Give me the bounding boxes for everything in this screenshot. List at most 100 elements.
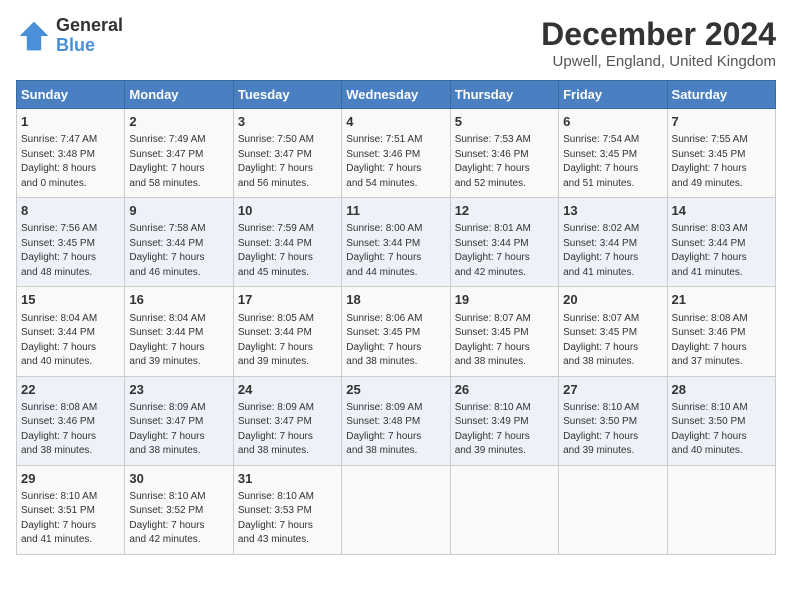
- calendar-cell: 2 Sunrise: 7:49 AM Sunset: 3:47 PM Daylig…: [125, 109, 233, 198]
- calendar-cell: 14 Sunrise: 8:03 AM Sunset: 3:44 PM Dayli…: [667, 198, 775, 287]
- calendar-cell: 27 Sunrise: 8:10 AM Sunset: 3:50 PM Dayli…: [559, 376, 667, 465]
- col-header-tuesday: Tuesday: [233, 81, 341, 109]
- logo-text: General Blue: [56, 16, 123, 56]
- col-header-saturday: Saturday: [667, 81, 775, 109]
- day-info: Sunrise: 8:05 AM Sunset: 3:44 PM Dayligh…: [238, 312, 337, 370]
- day-number: 26: [455, 381, 554, 399]
- day-info: Sunrise: 8:02 AM Sunset: 3:44 PM Dayligh…: [563, 222, 662, 280]
- day-info: Sunrise: 7:47 AM Sunset: 3:48 PM Dayligh…: [21, 133, 120, 191]
- col-header-sunday: Sunday: [17, 81, 125, 109]
- calendar-cell: 9 Sunrise: 7:58 AM Sunset: 3:44 PM Daylig…: [125, 198, 233, 287]
- calendar-cell: 3 Sunrise: 7:50 AM Sunset: 3:47 PM Daylig…: [233, 109, 341, 198]
- calendar-cell: 11 Sunrise: 8:00 AM Sunset: 3:44 PM Dayli…: [342, 198, 450, 287]
- calendar-cell: 16 Sunrise: 8:04 AM Sunset: 3:44 PM Dayli…: [125, 287, 233, 376]
- col-header-monday: Monday: [125, 81, 233, 109]
- calendar-cell: 29 Sunrise: 8:10 AM Sunset: 3:51 PM Dayli…: [17, 465, 125, 554]
- day-number: 16: [129, 291, 228, 309]
- day-number: 10: [238, 202, 337, 220]
- day-number: 3: [238, 113, 337, 131]
- day-info: Sunrise: 7:59 AM Sunset: 3:44 PM Dayligh…: [238, 222, 337, 280]
- day-info: Sunrise: 8:10 AM Sunset: 3:53 PM Dayligh…: [238, 490, 337, 548]
- calendar-cell: 31 Sunrise: 8:10 AM Sunset: 3:53 PM Dayli…: [233, 465, 341, 554]
- day-info: Sunrise: 7:58 AM Sunset: 3:44 PM Dayligh…: [129, 222, 228, 280]
- day-info: Sunrise: 7:49 AM Sunset: 3:47 PM Dayligh…: [129, 133, 228, 191]
- day-info: Sunrise: 8:04 AM Sunset: 3:44 PM Dayligh…: [129, 312, 228, 370]
- calendar-table: SundayMondayTuesdayWednesdayThursdayFrid…: [16, 80, 776, 555]
- day-number: 6: [563, 113, 662, 131]
- calendar-cell: 23 Sunrise: 8:09 AM Sunset: 3:47 PM Dayli…: [125, 376, 233, 465]
- main-title: December 2024: [541, 16, 776, 53]
- day-info: Sunrise: 8:10 AM Sunset: 3:51 PM Dayligh…: [21, 490, 120, 548]
- day-number: 30: [129, 470, 228, 488]
- col-header-wednesday: Wednesday: [342, 81, 450, 109]
- day-info: Sunrise: 7:56 AM Sunset: 3:45 PM Dayligh…: [21, 222, 120, 280]
- day-number: 9: [129, 202, 228, 220]
- day-number: 29: [21, 470, 120, 488]
- day-info: Sunrise: 8:10 AM Sunset: 3:49 PM Dayligh…: [455, 401, 554, 459]
- day-number: 31: [238, 470, 337, 488]
- day-number: 11: [346, 202, 445, 220]
- day-info: Sunrise: 8:03 AM Sunset: 3:44 PM Dayligh…: [672, 222, 771, 280]
- day-number: 17: [238, 291, 337, 309]
- calendar-cell: 8 Sunrise: 7:56 AM Sunset: 3:45 PM Daylig…: [17, 198, 125, 287]
- day-info: Sunrise: 7:55 AM Sunset: 3:45 PM Dayligh…: [672, 133, 771, 191]
- title-block: December 2024 Upwell, England, United Ki…: [541, 16, 776, 70]
- day-number: 22: [21, 381, 120, 399]
- calendar-cell: 6Sunrise: 7:54 AM Sunset: 3:45 PM Daylig…: [559, 109, 667, 198]
- logo-icon: [16, 18, 52, 54]
- day-number: 14: [672, 202, 771, 220]
- logo-line2: Blue: [56, 36, 123, 56]
- calendar-cell: 22Sunrise: 8:08 AM Sunset: 3:46 PM Dayli…: [17, 376, 125, 465]
- day-info: Sunrise: 8:09 AM Sunset: 3:47 PM Dayligh…: [129, 401, 228, 459]
- day-number: 1: [21, 113, 120, 131]
- day-info: Sunrise: 7:50 AM Sunset: 3:47 PM Dayligh…: [238, 133, 337, 191]
- day-number: 5: [455, 113, 554, 131]
- day-number: 2: [129, 113, 228, 131]
- day-number: 12: [455, 202, 554, 220]
- day-info: Sunrise: 8:09 AM Sunset: 3:47 PM Dayligh…: [238, 401, 337, 459]
- calendar-cell: [342, 465, 450, 554]
- day-info: Sunrise: 8:08 AM Sunset: 3:46 PM Dayligh…: [672, 312, 771, 370]
- day-number: 8: [21, 202, 120, 220]
- calendar-cell: [667, 465, 775, 554]
- calendar-cell: 19Sunrise: 8:07 AM Sunset: 3:45 PM Dayli…: [450, 287, 558, 376]
- calendar-cell: 10 Sunrise: 7:59 AM Sunset: 3:44 PM Dayli…: [233, 198, 341, 287]
- day-info: Sunrise: 8:10 AM Sunset: 3:52 PM Dayligh…: [129, 490, 228, 548]
- calendar-cell: 21 Sunrise: 8:08 AM Sunset: 3:46 PM Dayli…: [667, 287, 775, 376]
- day-number: 28: [672, 381, 771, 399]
- day-info: Sunrise: 8:10 AM Sunset: 3:50 PM Dayligh…: [672, 401, 771, 459]
- day-info: Sunrise: 7:51 AM Sunset: 3:46 PM Dayligh…: [346, 133, 445, 191]
- calendar-cell: [559, 465, 667, 554]
- day-number: 27: [563, 381, 662, 399]
- day-number: 18: [346, 291, 445, 309]
- day-info: Sunrise: 8:07 AM Sunset: 3:45 PM Dayligh…: [563, 312, 662, 370]
- calendar-cell: 4 Sunrise: 7:51 AM Sunset: 3:46 PM Daylig…: [342, 109, 450, 198]
- col-header-friday: Friday: [559, 81, 667, 109]
- calendar-cell: 17 Sunrise: 8:05 AM Sunset: 3:44 PM Dayli…: [233, 287, 341, 376]
- calendar-cell: 25 Sunrise: 8:09 AM Sunset: 3:48 PM Dayli…: [342, 376, 450, 465]
- calendar-cell: 30 Sunrise: 8:10 AM Sunset: 3:52 PM Dayli…: [125, 465, 233, 554]
- logo: General Blue: [16, 16, 123, 56]
- day-number: 4: [346, 113, 445, 131]
- calendar-cell: 7Sunrise: 7:55 AM Sunset: 3:45 PM Daylig…: [667, 109, 775, 198]
- day-info: Sunrise: 8:06 AM Sunset: 3:45 PM Dayligh…: [346, 312, 445, 370]
- day-info: Sunrise: 8:09 AM Sunset: 3:48 PM Dayligh…: [346, 401, 445, 459]
- calendar-cell: 12Sunrise: 8:01 AM Sunset: 3:44 PM Dayli…: [450, 198, 558, 287]
- logo-line1: General: [56, 16, 123, 36]
- subtitle: Upwell, England, United Kingdom: [541, 53, 776, 70]
- calendar-cell: 20 Sunrise: 8:07 AM Sunset: 3:45 PM Dayli…: [559, 287, 667, 376]
- col-header-thursday: Thursday: [450, 81, 558, 109]
- calendar-cell: 1 Sunrise: 7:47 AM Sunset: 3:48 PM Daylig…: [17, 109, 125, 198]
- calendar-cell: 24Sunrise: 8:09 AM Sunset: 3:47 PM Dayli…: [233, 376, 341, 465]
- day-number: 13: [563, 202, 662, 220]
- day-number: 20: [563, 291, 662, 309]
- calendar-cell: [450, 465, 558, 554]
- day-number: 25: [346, 381, 445, 399]
- day-info: Sunrise: 8:00 AM Sunset: 3:44 PM Dayligh…: [346, 222, 445, 280]
- calendar-cell: 5 Sunrise: 7:53 AM Sunset: 3:46 PM Daylig…: [450, 109, 558, 198]
- page-header: General Blue December 2024 Upwell, Engla…: [16, 16, 776, 70]
- day-number: 21: [672, 291, 771, 309]
- day-number: 23: [129, 381, 228, 399]
- day-info: Sunrise: 8:10 AM Sunset: 3:50 PM Dayligh…: [563, 401, 662, 459]
- day-info: Sunrise: 7:53 AM Sunset: 3:46 PM Dayligh…: [455, 133, 554, 191]
